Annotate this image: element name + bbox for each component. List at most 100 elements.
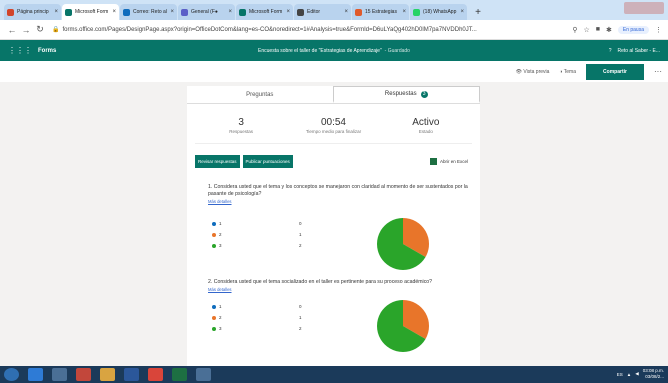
- close-tab-icon[interactable]: ×: [286, 9, 290, 15]
- tab-title: 15 Estrategias: [365, 9, 397, 15]
- excel-taskbar-icon[interactable]: [172, 368, 187, 381]
- legend-item: 21: [212, 229, 302, 240]
- tab-title: Microsoft Form: [249, 9, 283, 15]
- profile-status-button[interactable]: En pausa: [617, 25, 649, 34]
- new-tab-button[interactable]: +: [471, 5, 485, 19]
- legend-item: 10: [212, 301, 302, 312]
- responses-label: Respuestas: [229, 129, 254, 134]
- media-taskbar-icon[interactable]: [52, 368, 67, 381]
- tab-title: (18) WhatsApp: [423, 9, 457, 15]
- favicon-icon: [123, 8, 130, 16]
- browser-tab[interactable]: Microsoft Form ×: [236, 4, 293, 20]
- save-status: - Guardado: [384, 47, 410, 54]
- browser-tab-active[interactable]: Microsoft Form ×: [62, 4, 119, 20]
- palette-icon: ◑: [559, 68, 563, 75]
- responses-card: Preguntas Respuestas 3 3 Respuestas 00:54…: [187, 86, 480, 366]
- favicon-icon: [181, 8, 188, 16]
- question-text: 1. Considera usted que el tema y los con…: [208, 184, 468, 197]
- pie-chart: [377, 300, 430, 352]
- forward-icon[interactable]: →: [20, 25, 32, 35]
- favicon-icon: [413, 8, 420, 16]
- legend-item: 32: [212, 240, 302, 251]
- average-time-value: 00:54: [320, 117, 346, 128]
- option-label: 1: [219, 304, 222, 309]
- more-details-link[interactable]: Más detalles: [208, 199, 476, 204]
- star-icon[interactable]: ☆: [583, 26, 589, 34]
- network-icon[interactable]: ▲: [627, 372, 631, 377]
- system-tray: ES ▲ ◀ 03:08 p.m. 03/08/2...: [617, 368, 664, 380]
- close-tab-icon[interactable]: ×: [170, 9, 174, 15]
- window-taskbar-icon[interactable]: [196, 368, 211, 381]
- stat-status[interactable]: Activo Estado: [380, 117, 472, 134]
- more-details-link[interactable]: Más detalles: [208, 287, 476, 292]
- favicon-icon: [7, 8, 14, 16]
- menu-icon[interactable]: ⋮: [655, 26, 662, 34]
- option-legend: 10 21 32: [212, 218, 302, 251]
- close-tab-icon[interactable]: ×: [402, 9, 406, 15]
- browser-taskbar-icon[interactable]: [28, 368, 43, 381]
- user-name[interactable]: Reto al Saber - E...: [617, 48, 660, 54]
- close-tab-icon[interactable]: ×: [54, 9, 58, 15]
- option-label: 2: [219, 315, 222, 320]
- lock-icon: 🔒: [52, 27, 60, 33]
- language-indicator[interactable]: ES: [617, 372, 623, 377]
- tab-title: Página princip: [17, 9, 49, 15]
- favicon-icon: [239, 8, 246, 16]
- preview-button[interactable]: 👁 Vista previa: [516, 69, 550, 75]
- close-tab-icon[interactable]: ×: [344, 9, 348, 15]
- review-responses-button[interactable]: Revisar respuestas: [195, 154, 240, 168]
- tab-responses[interactable]: Respuestas 3: [332, 86, 480, 103]
- browser-tab[interactable]: Correo: Reto al ×: [120, 4, 177, 20]
- browser-tab[interactable]: General (F● ×: [178, 4, 235, 20]
- close-tab-icon[interactable]: ×: [228, 9, 232, 15]
- share-button[interactable]: Compartir: [586, 63, 644, 80]
- powerpoint-taskbar-icon[interactable]: [76, 368, 91, 381]
- browser-tab-strip: Página princip × Microsoft Form × Correo: …: [0, 0, 668, 20]
- legend-item: 21: [212, 312, 302, 323]
- folder-taskbar-icon[interactable]: [100, 368, 115, 381]
- search-icon[interactable]: ⚲: [572, 26, 577, 34]
- legend-dot: [212, 243, 216, 248]
- browser-tab[interactable]: (18) WhatsApp ×: [410, 4, 467, 20]
- chrome-taskbar-icon[interactable]: [148, 368, 163, 381]
- option-label: 3: [219, 326, 222, 331]
- open-in-excel-button[interactable]: Abrir en Excel: [429, 157, 468, 165]
- option-label: 2: [219, 232, 222, 237]
- tab-questions[interactable]: Preguntas: [187, 86, 333, 103]
- url-text: forms.office.com/Pages/DesignPage.aspx?o…: [62, 26, 477, 33]
- preview-label: Vista previa: [523, 68, 550, 75]
- option-legend: 10 21 32: [212, 301, 302, 334]
- theme-button[interactable]: ◑ Tema: [559, 69, 576, 75]
- start-button-icon[interactable]: [4, 368, 19, 381]
- puzzle-icon[interactable]: ✱: [606, 26, 612, 34]
- tab-title: Correo: Reto al: [133, 9, 167, 15]
- forms-header: ⋮⋮⋮ Forms Encuesta sobre el taller de "E…: [0, 40, 668, 61]
- back-icon[interactable]: ←: [6, 25, 18, 35]
- reload-icon[interactable]: ↻: [34, 24, 46, 35]
- option-count: 2: [299, 243, 302, 248]
- option-count: 0: [299, 304, 302, 309]
- tab-title: Editor: [307, 9, 321, 15]
- more-options-icon[interactable]: ···: [654, 67, 662, 76]
- publish-scores-button[interactable]: Publicar puntuaciones: [242, 154, 293, 168]
- option-count: 2: [299, 326, 302, 331]
- url-field[interactable]: 🔒 forms.office.com/Pages/DesignPage.aspx…: [48, 23, 566, 37]
- close-tab-icon[interactable]: ×: [460, 9, 464, 15]
- word-taskbar-icon[interactable]: [124, 368, 139, 381]
- favicon-icon: [297, 8, 304, 16]
- clock-date: 03/08/2...: [645, 374, 664, 379]
- close-tab-icon[interactable]: ×: [112, 9, 116, 15]
- browser-tab[interactable]: Página princip ×: [4, 4, 61, 20]
- browser-tab[interactable]: 15 Estrategias ×: [352, 4, 409, 20]
- volume-icon[interactable]: ◀: [635, 371, 638, 377]
- theme-label: Tema: [563, 68, 576, 75]
- address-bar-row: ← → ↻ 🔒 forms.office.com/Pages/DesignPag…: [0, 20, 668, 40]
- window-controls[interactable]: [624, 2, 664, 14]
- help-icon[interactable]: ?: [609, 48, 612, 54]
- browser-tab[interactable]: Editor ×: [294, 4, 351, 20]
- clock[interactable]: 03:08 p.m. 03/08/2...: [643, 368, 664, 380]
- extension-icon[interactable]: ■: [596, 26, 600, 33]
- option-count: 1: [299, 232, 302, 237]
- question-summary: 1. Considera usted que el tema y los con…: [208, 184, 476, 270]
- form-title: Encuesta sobre el taller de "Estrategias…: [0, 48, 668, 54]
